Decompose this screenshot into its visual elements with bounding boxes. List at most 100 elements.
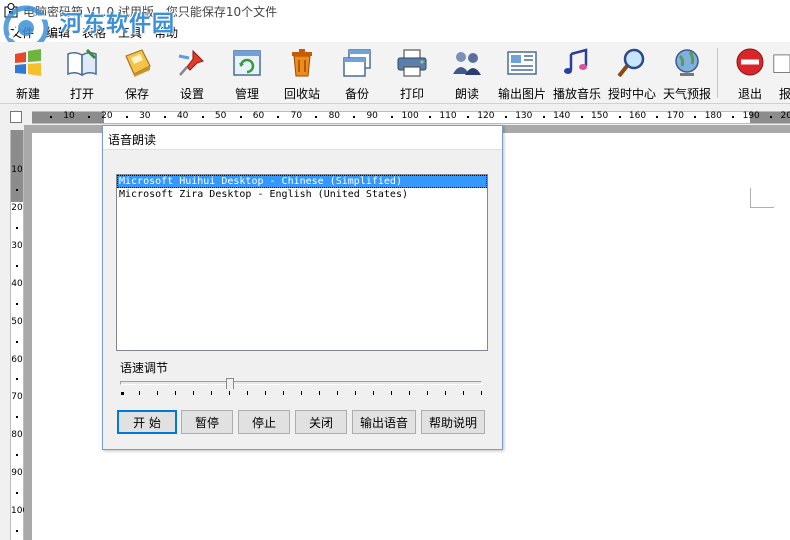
ruler-number: 100 <box>401 111 419 121</box>
ruler-number: 170 <box>666 111 684 121</box>
ruler-number: 180 <box>704 111 722 121</box>
ruler-tick <box>353 116 356 118</box>
menu-file[interactable]: 文件 <box>4 24 40 41</box>
dialog-title: 语音朗读 <box>108 133 157 147</box>
ruler-tick <box>694 116 697 118</box>
ruler-number: 30 <box>11 240 23 251</box>
menu-tools[interactable]: 工具 <box>112 24 148 41</box>
pause-button[interactable]: 暂停 <box>181 410 233 434</box>
report-button[interactable]: 报 <box>765 46 790 102</box>
weather-button[interactable]: 天气预报 <box>659 46 715 102</box>
slider-tick <box>337 391 338 395</box>
window-title: 电脑密码箱 V1.0 试用版 - 您只能保存10个文件 <box>23 4 278 19</box>
ruler-tick <box>580 116 583 118</box>
slider-tick <box>481 391 482 395</box>
ruler-tick <box>163 116 166 118</box>
save-button[interactable]: 保存 <box>109 46 165 102</box>
app-icon <box>4 3 18 18</box>
ruler-number: 130 <box>515 111 533 121</box>
ruler-number: 50 <box>11 316 23 327</box>
ruler-number: 10 <box>11 165 23 175</box>
window-refresh-icon <box>233 50 261 76</box>
ruler-tick <box>770 116 773 118</box>
newspaper-icon <box>507 51 537 75</box>
slider-tick <box>121 392 124 395</box>
pushpin-icon <box>178 49 204 76</box>
menu-table[interactable]: 表格 <box>76 24 112 41</box>
ruler-number: 50 <box>214 111 227 121</box>
slider-tick <box>139 391 140 395</box>
speed-slider[interactable] <box>118 378 482 400</box>
read-aloud-button[interactable]: 朗读 <box>439 46 495 102</box>
ruler-number: 70 <box>11 392 23 403</box>
slider-tick <box>427 391 428 395</box>
voice-item[interactable]: Microsoft Huihui Desktop - Chinese (Simp… <box>117 175 487 188</box>
partial-icon <box>773 54 790 73</box>
stop-sign-icon <box>736 48 764 76</box>
slider-tick <box>319 391 320 395</box>
export-voice-button[interactable]: 输出语音 <box>352 410 416 434</box>
ruler-tick <box>239 116 242 118</box>
ruler-tick <box>315 116 318 118</box>
ruler-number: 100 <box>11 506 29 517</box>
ruler-number: 200 <box>780 111 790 121</box>
ruler-tick <box>16 530 18 533</box>
slider-tick <box>391 391 392 395</box>
backup-button[interactable]: 备份 <box>329 46 385 102</box>
ruler-number: 40 <box>11 278 23 289</box>
slider-thumb[interactable] <box>226 378 234 389</box>
settings-button[interactable]: 设置 <box>164 46 220 102</box>
slider-tick <box>193 391 194 395</box>
open-button[interactable]: 打开 <box>54 46 110 102</box>
ruler-tick <box>16 492 18 495</box>
ruler-tick <box>542 116 545 118</box>
ruler-number: 190 <box>742 111 760 121</box>
ruler-tick <box>16 378 18 381</box>
manage-button[interactable]: 管理 <box>219 46 275 102</box>
toolbar-separator <box>717 48 718 98</box>
print-button[interactable]: 打印 <box>384 46 440 102</box>
vertical-ruler[interactable]: 10 20 30 40 50 60 70 80 90 100 <box>10 130 29 540</box>
ruler-tick <box>618 116 621 118</box>
close-button[interactable]: 关闭 <box>295 410 347 434</box>
ruler-number: 20 <box>101 111 113 121</box>
dialog-title-bar[interactable]: 语音朗读 <box>103 126 502 150</box>
ruler-number: 60 <box>252 111 265 121</box>
ruler-tick <box>16 340 18 343</box>
recycle-bin-button[interactable]: 回收站 <box>274 46 330 102</box>
slider-tick <box>301 391 302 395</box>
ruler-tick <box>429 116 432 118</box>
time-center-button[interactable]: 授时中心 <box>604 46 660 102</box>
menu-edit[interactable]: 编辑 <box>40 24 76 41</box>
toolbar: 新建 打开 保存 设置 管理 回收站 备份 打印 朗读 输出图片 播放音乐 授时… <box>0 42 790 104</box>
people-icon <box>453 52 481 75</box>
ruler-tick <box>201 116 204 118</box>
stop-button[interactable]: 停止 <box>238 410 290 434</box>
stacked-windows-icon <box>343 49 371 77</box>
ruler-number: 10 <box>63 111 75 121</box>
voice-item[interactable]: Microsoft Zira Desktop - English (United… <box>117 188 487 201</box>
export-image-button[interactable]: 输出图片 <box>494 46 550 102</box>
ruler-number: 90 <box>366 111 378 121</box>
ruler-corner-box[interactable] <box>10 111 22 123</box>
start-button[interactable]: 开 始 <box>117 410 177 434</box>
new-button[interactable]: 新建 <box>0 46 56 102</box>
horizontal-ruler[interactable]: 10 20 30 40 50 60 70 80 90 100 110 120 130 140 150 160 1… <box>32 111 790 124</box>
play-music-button[interactable]: 播放音乐 <box>549 46 605 102</box>
title-bar: 电脑密码箱 V1.0 试用版 - 您只能保存10个文件 <box>0 0 790 22</box>
windows-flag-icon <box>15 49 41 76</box>
ruler-number: 110 <box>439 111 457 121</box>
ruler-number: 40 <box>176 111 189 121</box>
read-aloud-dialog: 语音朗读 Microsoft Huihui Desktop - Chinese … <box>102 125 503 450</box>
menu-help[interactable]: 帮助 <box>148 24 184 41</box>
ruler-number: 30 <box>139 111 151 121</box>
ruler-tick <box>87 116 90 118</box>
voice-list[interactable]: Microsoft Huihui Desktop - Chinese (Simp… <box>116 174 488 351</box>
help-button[interactable]: 帮助说明 <box>421 410 485 434</box>
ruler-number: 160 <box>628 111 647 121</box>
open-book-icon <box>67 48 97 77</box>
ruler-tick <box>16 264 18 267</box>
slider-tick <box>229 391 230 395</box>
page-crop-mark <box>750 188 774 208</box>
ruler-number: 150 <box>591 111 609 121</box>
